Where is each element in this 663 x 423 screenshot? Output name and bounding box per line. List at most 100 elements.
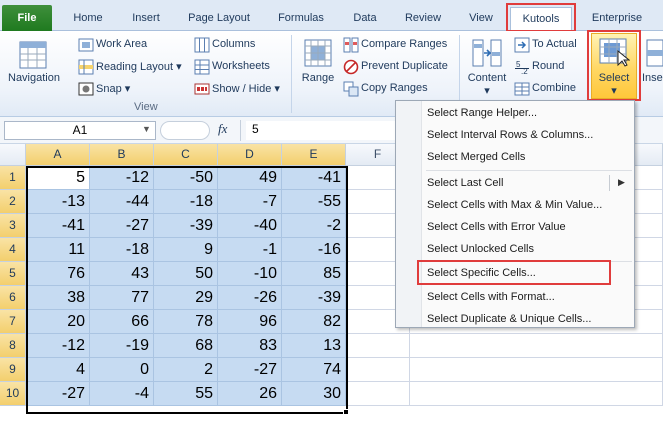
combine-button[interactable]: Combine [532,82,576,94]
cell[interactable]: 13 [282,334,346,358]
content-button[interactable]: Content ▾ [463,72,511,97]
cell[interactable] [410,382,663,406]
cell[interactable]: -13 [26,190,90,214]
cell[interactable]: -39 [282,286,346,310]
cell[interactable] [346,334,410,358]
menu-item-select-merged-cells[interactable]: Select Merged Cells [396,146,634,168]
cell[interactable]: -10 [218,262,282,286]
row-header-7[interactable]: 7 [0,310,26,334]
insert-button[interactable]: Inse [642,72,663,84]
row-header-1[interactable]: 1 [0,166,26,190]
cell[interactable]: 74 [282,358,346,382]
select-all-corner[interactable] [0,144,26,166]
cell[interactable]: -27 [26,382,90,406]
cell[interactable]: -27 [90,214,154,238]
cell[interactable]: 26 [218,382,282,406]
cell[interactable]: 76 [26,262,90,286]
cell[interactable]: 78 [154,310,218,334]
fx-icon[interactable]: fx [218,121,227,137]
tab-page-layout[interactable]: Page Layout [180,7,258,31]
cell[interactable]: 43 [90,262,154,286]
tab-insert[interactable]: Insert [120,7,172,31]
worksheets-button[interactable]: Worksheets [212,60,270,72]
cell[interactable]: -26 [218,286,282,310]
cell[interactable]: -44 [90,190,154,214]
column-header-c[interactable]: C [154,144,218,166]
cell[interactable] [410,334,663,358]
fill-handle[interactable] [343,409,349,415]
work-area-button[interactable]: Work Area [96,38,147,50]
cell[interactable]: 5 [26,166,90,190]
tab-review[interactable]: Review [397,7,449,31]
columns-button[interactable]: Columns [212,38,255,50]
tab-file[interactable]: File [2,5,52,31]
cell[interactable]: 20 [26,310,90,334]
cell[interactable]: -7 [218,190,282,214]
formula-input[interactable]: 5 [246,121,396,140]
menu-item-select-last-cell[interactable]: Select Last Cell [396,172,634,194]
column-header-a[interactable]: A [26,144,90,166]
menu-item-select-duplicate-unique[interactable]: Select Duplicate & Unique Cells... [396,308,634,330]
column-header-e[interactable]: E [282,144,346,166]
cell[interactable]: -4 [90,382,154,406]
row-header-2[interactable]: 2 [0,190,26,214]
cell[interactable]: -12 [90,166,154,190]
name-box[interactable]: A1 [4,121,156,140]
cell[interactable]: -41 [282,166,346,190]
show-hide-button[interactable]: Show / Hide ▾ [212,82,280,95]
formula-bar-expander[interactable] [160,121,210,140]
cell[interactable]: -18 [154,190,218,214]
column-header-d[interactable]: D [218,144,282,166]
cell[interactable]: -18 [90,238,154,262]
cell[interactable]: 30 [282,382,346,406]
row-header-6[interactable]: 6 [0,286,26,310]
menu-item-select-cells-max-min[interactable]: Select Cells with Max & Min Value... [396,194,634,216]
row-header-3[interactable]: 3 [0,214,26,238]
cell[interactable]: 0 [90,358,154,382]
round-button[interactable]: Round [532,60,564,72]
copy-ranges-button[interactable]: Copy Ranges [361,82,428,94]
cell[interactable]: 66 [90,310,154,334]
to-actual-button[interactable]: To Actual [532,38,577,50]
cell[interactable]: 77 [90,286,154,310]
cell[interactable]: 11 [26,238,90,262]
cell[interactable]: 83 [218,334,282,358]
cell[interactable]: 82 [282,310,346,334]
row-header-4[interactable]: 4 [0,238,26,262]
cell[interactable]: -40 [218,214,282,238]
cell[interactable] [410,358,663,382]
cell[interactable]: 50 [154,262,218,286]
cell[interactable]: -55 [282,190,346,214]
menu-item-select-cells-error-value[interactable]: Select Cells with Error Value [396,216,634,238]
cell[interactable]: 49 [218,166,282,190]
cell[interactable]: 4 [26,358,90,382]
tab-view[interactable]: View [459,7,503,31]
cell[interactable]: 29 [154,286,218,310]
row-header-9[interactable]: 9 [0,358,26,382]
prevent-duplicate-button[interactable]: Prevent Duplicate [361,60,448,72]
cell[interactable]: -16 [282,238,346,262]
tab-data[interactable]: Data [343,7,387,31]
tab-formulas[interactable]: Formulas [270,7,332,31]
reading-layout-button[interactable]: Reading Layout ▾ [96,60,182,73]
column-header-b[interactable]: B [90,144,154,166]
cell[interactable]: 2 [154,358,218,382]
menu-item-select-interval-rows-columns[interactable]: Select Interval Rows & Columns... [396,124,634,146]
tab-enterprise[interactable]: Enterprise [582,7,652,31]
cell[interactable]: 9 [154,238,218,262]
cell[interactable] [346,382,410,406]
cell[interactable]: -2 [282,214,346,238]
row-header-10[interactable]: 10 [0,382,26,406]
cell[interactable]: 38 [26,286,90,310]
cell[interactable]: -12 [26,334,90,358]
cell[interactable]: 96 [218,310,282,334]
chevron-down-icon[interactable]: ▼ [142,124,151,134]
cell[interactable]: 55 [154,382,218,406]
menu-item-select-unlocked-cells[interactable]: Select Unlocked Cells [396,238,634,260]
compare-ranges-button[interactable]: Compare Ranges [361,38,447,50]
cell[interactable]: -39 [154,214,218,238]
row-header-8[interactable]: 8 [0,334,26,358]
row-header-5[interactable]: 5 [0,262,26,286]
menu-item-select-cells-with-format[interactable]: Select Cells with Format... [396,286,634,308]
cell[interactable]: 85 [282,262,346,286]
